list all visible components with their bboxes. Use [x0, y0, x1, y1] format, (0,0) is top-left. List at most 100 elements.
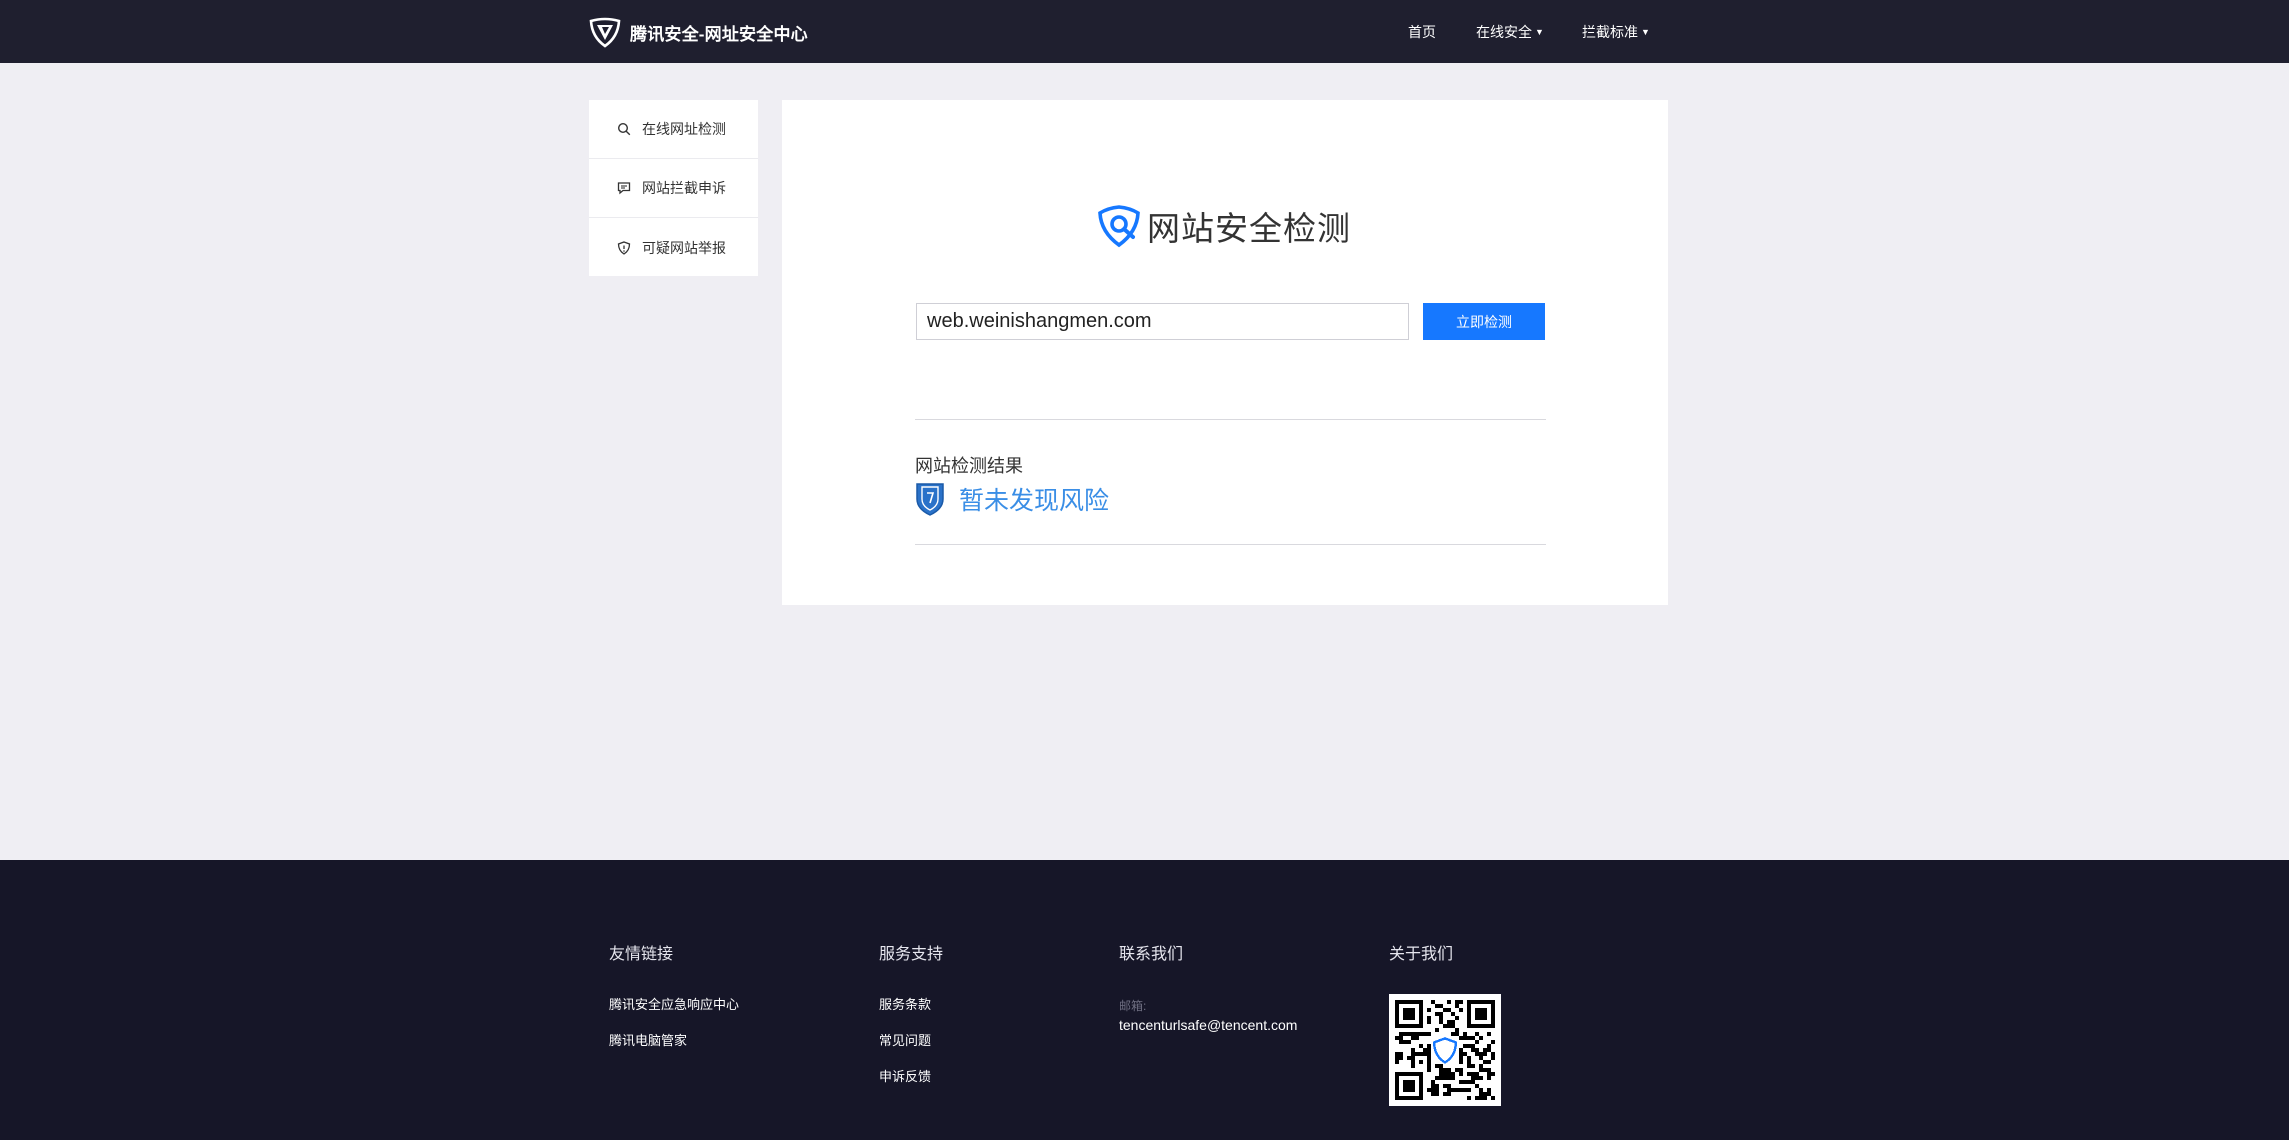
qr-module	[1407, 1040, 1411, 1044]
footer-link-security-response[interactable]: 腾讯安全应急响应中心	[609, 997, 739, 1033]
qr-module	[1459, 1088, 1463, 1092]
url-input[interactable]	[916, 303, 1409, 340]
qr-module	[1451, 1088, 1455, 1092]
footer-about-title: 关于我们	[1389, 940, 1453, 964]
qr-module	[1475, 1052, 1479, 1056]
qr-module	[1463, 1080, 1467, 1084]
nav-home[interactable]: 首页	[1408, 0, 1436, 63]
qr-module	[1447, 1068, 1451, 1072]
qr-module	[1463, 1044, 1467, 1048]
qr-module	[1455, 1088, 1459, 1092]
qr-module	[1463, 1036, 1467, 1040]
qr-module	[1451, 1032, 1455, 1036]
page-title-row: 网站安全检测	[1097, 202, 1351, 250]
qr-module	[1427, 1048, 1431, 1052]
qr-module	[1463, 1052, 1467, 1056]
qr-module	[1411, 1048, 1415, 1052]
footer-column-title: 关于我们	[1389, 946, 1454, 963]
qr-module	[1399, 1036, 1403, 1040]
qr-module	[1443, 1068, 1447, 1072]
qr-module	[1427, 1060, 1431, 1064]
qr-module	[1443, 1076, 1447, 1080]
qr-module	[1435, 1004, 1439, 1008]
qr-module	[1475, 1076, 1479, 1080]
qr-module	[1459, 1068, 1463, 1072]
qr-module	[1479, 1036, 1483, 1040]
qr-module	[1491, 1096, 1495, 1100]
qr-module	[1411, 1052, 1415, 1056]
qr-module	[1439, 1072, 1443, 1076]
sidebar: 在线网址检测 网站拦截申诉 可疑网站举报	[589, 100, 758, 276]
shield-icon	[617, 240, 631, 255]
result-status: 暂未发现风险	[959, 487, 1110, 515]
footer-link-terms[interactable]: 服务条款	[879, 997, 931, 1033]
qr-module	[1487, 1072, 1491, 1076]
check-now-button[interactable]: 立即检测	[1423, 303, 1545, 340]
sidebar-item-appeal[interactable]: 网站拦截申诉	[589, 159, 758, 218]
qr-module	[1447, 1008, 1451, 1012]
caret-down-icon: ▼	[1641, 26, 1650, 37]
nav-online-security[interactable]: 在线安全 ▼	[1476, 0, 1544, 63]
main-panel: 网站安全检测 立即检测 网站检测结果 暂未发现风险	[782, 100, 1668, 605]
qr-module	[1483, 1060, 1487, 1064]
qr-module	[1399, 1032, 1403, 1036]
qr-module	[1467, 1060, 1471, 1064]
qr-module	[1487, 1088, 1491, 1092]
qr-module	[1443, 1072, 1447, 1076]
footer-support-title: 服务支持	[879, 940, 943, 964]
qr-module	[1459, 1080, 1463, 1084]
qr-module	[1411, 1060, 1415, 1064]
qr-module	[1447, 1084, 1451, 1088]
qr-module	[1479, 1064, 1483, 1068]
qr-module	[1411, 1036, 1415, 1040]
qr-module	[1399, 1040, 1403, 1044]
divider	[915, 419, 1546, 420]
qr-module	[1487, 1044, 1491, 1048]
qr-module	[1475, 1048, 1479, 1052]
sidebar-item-report[interactable]: 可疑网站举报	[589, 218, 758, 277]
qr-module	[1423, 1052, 1427, 1056]
qr-module	[1427, 1016, 1431, 1020]
qr-module	[1435, 1088, 1439, 1092]
footer-link-faq[interactable]: 常见问题	[879, 1033, 931, 1069]
qr-module	[1415, 1052, 1419, 1056]
qr-module	[1471, 1072, 1475, 1076]
nav-block-standard[interactable]: 拦截标准 ▼	[1582, 0, 1650, 63]
qr-module	[1455, 1032, 1459, 1036]
qr-module	[1467, 1044, 1471, 1048]
footer-friend-links: 腾讯安全应急响应中心 腾讯电脑管家	[609, 997, 739, 1069]
qr-module	[1491, 1052, 1495, 1056]
sidebar-item-url-check[interactable]: 在线网址检测	[589, 100, 758, 159]
qr-module	[1427, 1056, 1431, 1060]
shield-search-logo-icon	[1098, 205, 1140, 248]
qr-module	[1467, 1080, 1471, 1084]
qr-module	[1411, 1064, 1415, 1068]
qr-module	[1475, 1032, 1479, 1036]
qr-module	[1479, 1068, 1483, 1072]
qr-module	[1451, 1020, 1455, 1024]
qr-module	[1467, 1056, 1471, 1060]
qr-module	[1455, 1028, 1459, 1032]
qr-module	[1491, 1040, 1495, 1044]
qr-module	[1427, 1088, 1431, 1092]
qr-module	[1443, 1024, 1447, 1028]
qr-module	[1447, 1024, 1451, 1028]
page-title: 网站安全检测	[1147, 210, 1351, 247]
brand-logo-link[interactable]: 腾讯安全-网址安全中心	[588, 15, 808, 49]
qr-module	[1491, 1056, 1495, 1060]
qr-module	[1411, 1032, 1415, 1036]
footer-link-feedback[interactable]: 申诉反馈	[879, 1069, 931, 1105]
qr-module	[1423, 1048, 1427, 1052]
footer-contact-title: 联系我们	[1119, 940, 1183, 964]
footer-column-title: 友情链接	[609, 946, 674, 963]
qr-module	[1475, 1096, 1479, 1100]
footer-link-pc-manager[interactable]: 腾讯电脑管家	[609, 1033, 739, 1069]
qr-module	[1419, 1060, 1423, 1064]
qr-module	[1431, 1092, 1435, 1096]
qr-module	[1471, 1076, 1475, 1080]
result-label: 网站检测结果	[915, 456, 1023, 476]
email-value[interactable]: tencenturlsafe@tencent.com	[1119, 1017, 1297, 1033]
qr-module	[1455, 1016, 1459, 1020]
qr-center-shield	[1432, 1037, 1458, 1064]
qr-finder	[1403, 1008, 1415, 1020]
